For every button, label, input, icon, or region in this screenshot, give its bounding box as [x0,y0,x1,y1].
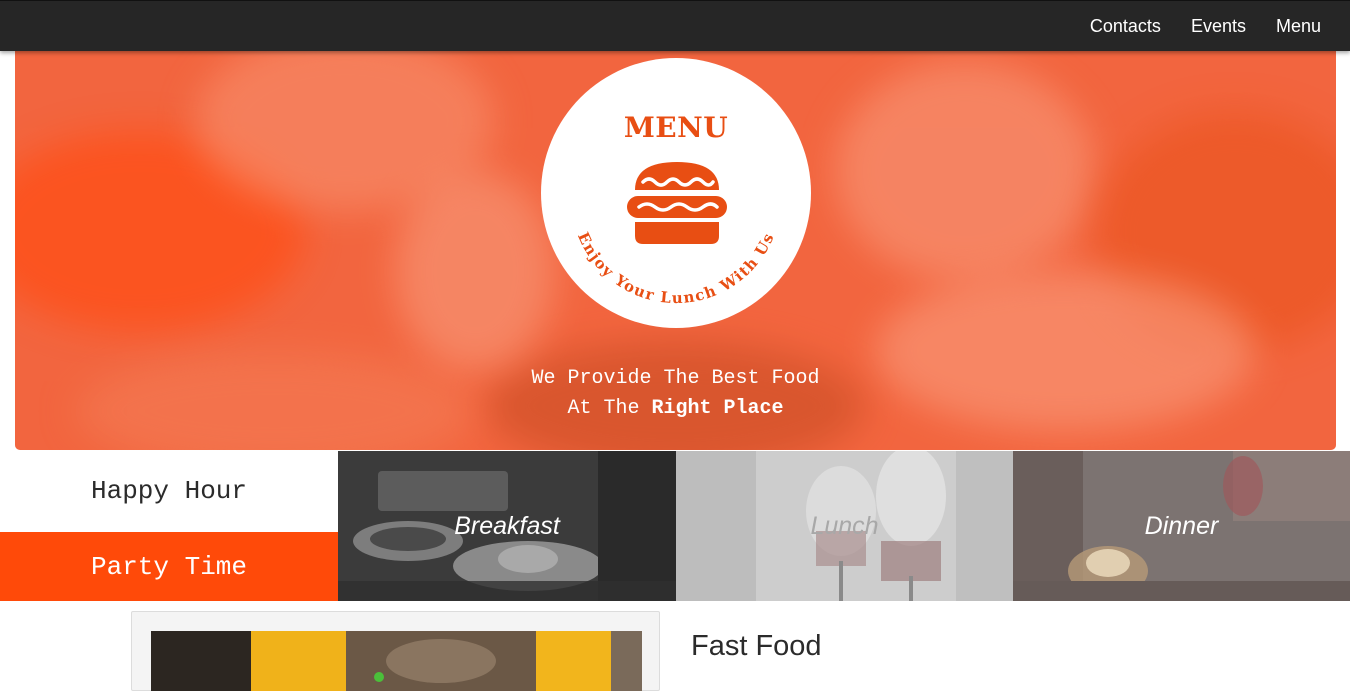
nav-link-contacts[interactable]: Contacts [1090,16,1161,37]
food-card-image [151,631,642,691]
logo-arc-label: Enjoy Your Lunch With Us [574,230,777,308]
tagline-line-2-prefix: At The [567,397,652,420]
nav-links: Contacts Events Menu [1090,1,1321,52]
category-label-breakfast: Breakfast [454,511,560,540]
section-title: Fast Food [691,630,822,662]
tab-party-time[interactable]: Party Time [0,532,338,601]
hero-banner: MENU Enjoy Your Lunch With Us We Provide… [15,51,1336,450]
nav-link-events[interactable]: Events [1191,16,1246,37]
tagline-line-1: We Provide The Best Food [531,367,820,390]
tab-happy-hour[interactable]: Happy Hour [0,451,338,531]
category-label-dinner: Dinner [1144,511,1219,540]
tagline-line-2: At The Right Place [15,394,1336,424]
menu-logo: MENU Enjoy Your Lunch With Us [541,58,811,328]
category-tile-lunch[interactable]: Lunch [676,451,1013,601]
food-card [131,611,660,691]
category-tile-dinner[interactable]: Dinner [1013,451,1350,601]
svg-text:Enjoy Your Lunch With Us: Enjoy Your Lunch With Us [574,230,778,308]
logo-arc-text: Enjoy Your Lunch With Us [574,230,778,308]
top-navbar: Contacts Events Menu [0,0,1350,51]
nav-link-menu[interactable]: Menu [1276,16,1321,37]
tagline-highlight: Right Place [651,397,784,420]
category-tile-breakfast[interactable]: Breakfast [338,451,676,601]
hero-tagline: We Provide The Best Food At The Right Pl… [15,364,1336,424]
category-label-lunch: Lunch [810,511,879,540]
